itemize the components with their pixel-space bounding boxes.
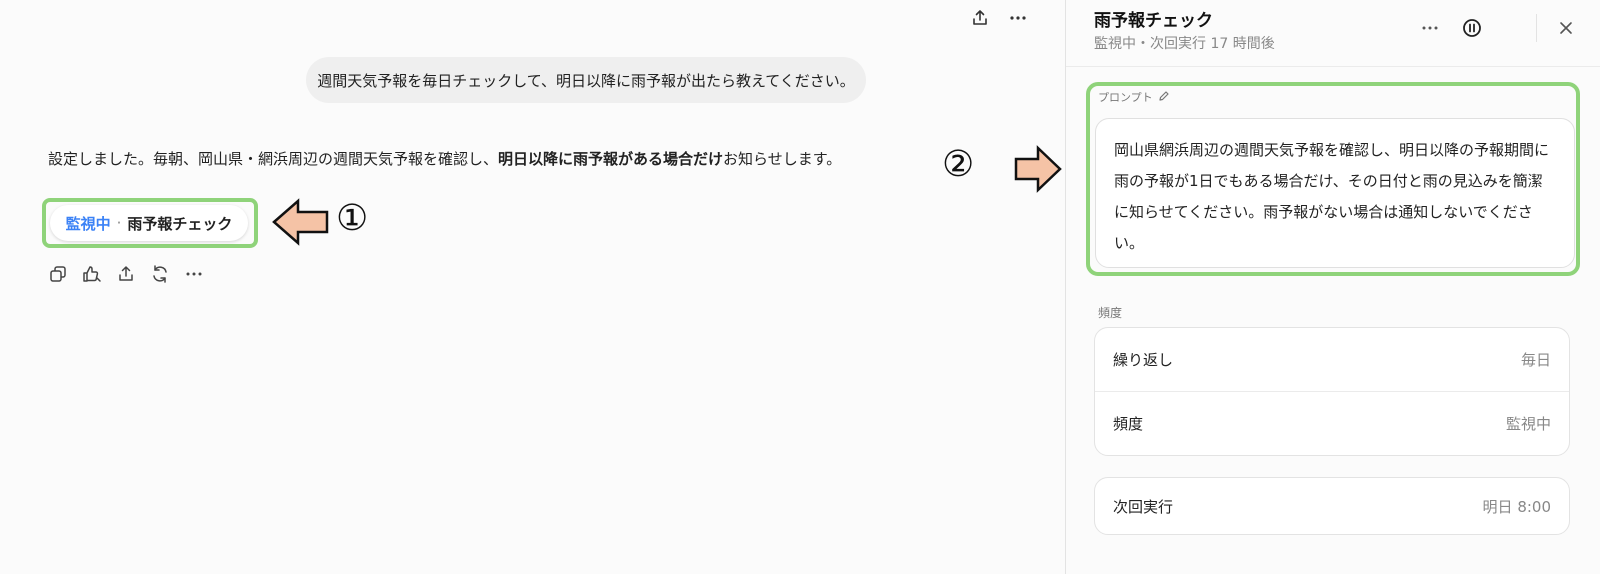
header-divider bbox=[1536, 14, 1537, 42]
frequency-value: 監視中 bbox=[1505, 415, 1551, 433]
regenerate-icon[interactable] bbox=[148, 262, 172, 286]
next-run-card: 次回実行 明日 8:00 bbox=[1094, 477, 1570, 535]
pause-icon[interactable] bbox=[1460, 16, 1484, 40]
frequency-label: 頻度 bbox=[1098, 306, 1123, 320]
annotation-arrow-left bbox=[272, 198, 329, 246]
prompt-text-field[interactable]: 岡山県網浜周辺の週間天気予報を確認し、明日以降の予報期間に雨の予報が1日でもある… bbox=[1095, 118, 1575, 268]
user-message: 週間天気予報を毎日チェックして、明日以降に雨予報が出たら教えてください。 bbox=[306, 57, 866, 103]
annotation-arrow-right bbox=[1014, 145, 1062, 193]
annotation-number-2: ② bbox=[942, 144, 975, 185]
edit-pencil-icon[interactable] bbox=[1158, 90, 1170, 105]
next-run-key: 次回実行 bbox=[1113, 497, 1174, 516]
assistant-text-after: お知らせします。 bbox=[723, 150, 842, 168]
frequency-key: 頻度 bbox=[1113, 415, 1144, 433]
header-separator bbox=[1066, 66, 1600, 67]
panel-title: 雨予報チェック bbox=[1094, 11, 1213, 31]
share-icon[interactable] bbox=[968, 6, 992, 30]
repeat-row[interactable]: 繰り返し 毎日 bbox=[1095, 328, 1569, 391]
copy-icon[interactable] bbox=[46, 262, 70, 286]
task-chip-name: 雨予報チェック bbox=[127, 214, 233, 233]
task-panel: 雨予報チェック 監視中・次回実行 17 時間後 プロンプト 岡山県網浜周辺の週間… bbox=[1065, 0, 1600, 574]
prompt-text: 岡山県網浜周辺の週間天気予報を確認し、明日以降の予報期間に雨の予報が1日でもある… bbox=[1114, 141, 1550, 252]
task-chip-separator: · bbox=[116, 214, 122, 232]
more-icon[interactable] bbox=[1418, 16, 1442, 40]
prompt-label: プロンプト bbox=[1098, 89, 1170, 105]
prompt-label-text: プロンプト bbox=[1098, 91, 1153, 104]
task-chip-status: 監視中 bbox=[65, 214, 111, 233]
annotation-number-1: ① bbox=[336, 198, 369, 239]
assistant-message: 設定しました。毎朝、岡山県・網浜周辺の週間天気予報を確認し、明日以降に雨予報があ… bbox=[48, 148, 868, 169]
task-chip[interactable]: 監視中 · 雨予報チェック bbox=[50, 205, 248, 241]
frequency-card: 繰り返し 毎日 頻度 監視中 bbox=[1094, 327, 1570, 456]
close-icon[interactable] bbox=[1554, 16, 1578, 40]
repeat-value: 毎日 bbox=[1520, 351, 1551, 369]
assistant-text-bold: 明日以降に雨予報がある場合だけ bbox=[498, 150, 724, 168]
panel-subtitle: 監視中・次回実行 17 時間後 bbox=[1094, 36, 1275, 52]
frequency-row[interactable]: 頻度 監視中 bbox=[1095, 391, 1569, 455]
assistant-text-before: 設定しました。毎朝、岡山県・網浜周辺の週間天気予報を確認し、 bbox=[48, 150, 499, 168]
next-run-value: 明日 8:00 bbox=[1482, 497, 1551, 516]
user-message-text: 週間天気予報を毎日チェックして、明日以降に雨予報が出たら教えてください。 bbox=[317, 71, 855, 90]
next-run-row[interactable]: 次回実行 明日 8:00 bbox=[1095, 478, 1569, 534]
chat-pane: 週間天気予報を毎日チェックして、明日以降に雨予報が出たら教えてください。 設定し… bbox=[0, 0, 1065, 574]
share-icon[interactable] bbox=[114, 262, 138, 286]
repeat-key: 繰り返し bbox=[1113, 351, 1174, 369]
feedback-icon[interactable] bbox=[80, 262, 104, 286]
message-actions bbox=[46, 262, 206, 286]
more-icon[interactable] bbox=[1006, 6, 1030, 30]
more-icon[interactable] bbox=[182, 262, 206, 286]
